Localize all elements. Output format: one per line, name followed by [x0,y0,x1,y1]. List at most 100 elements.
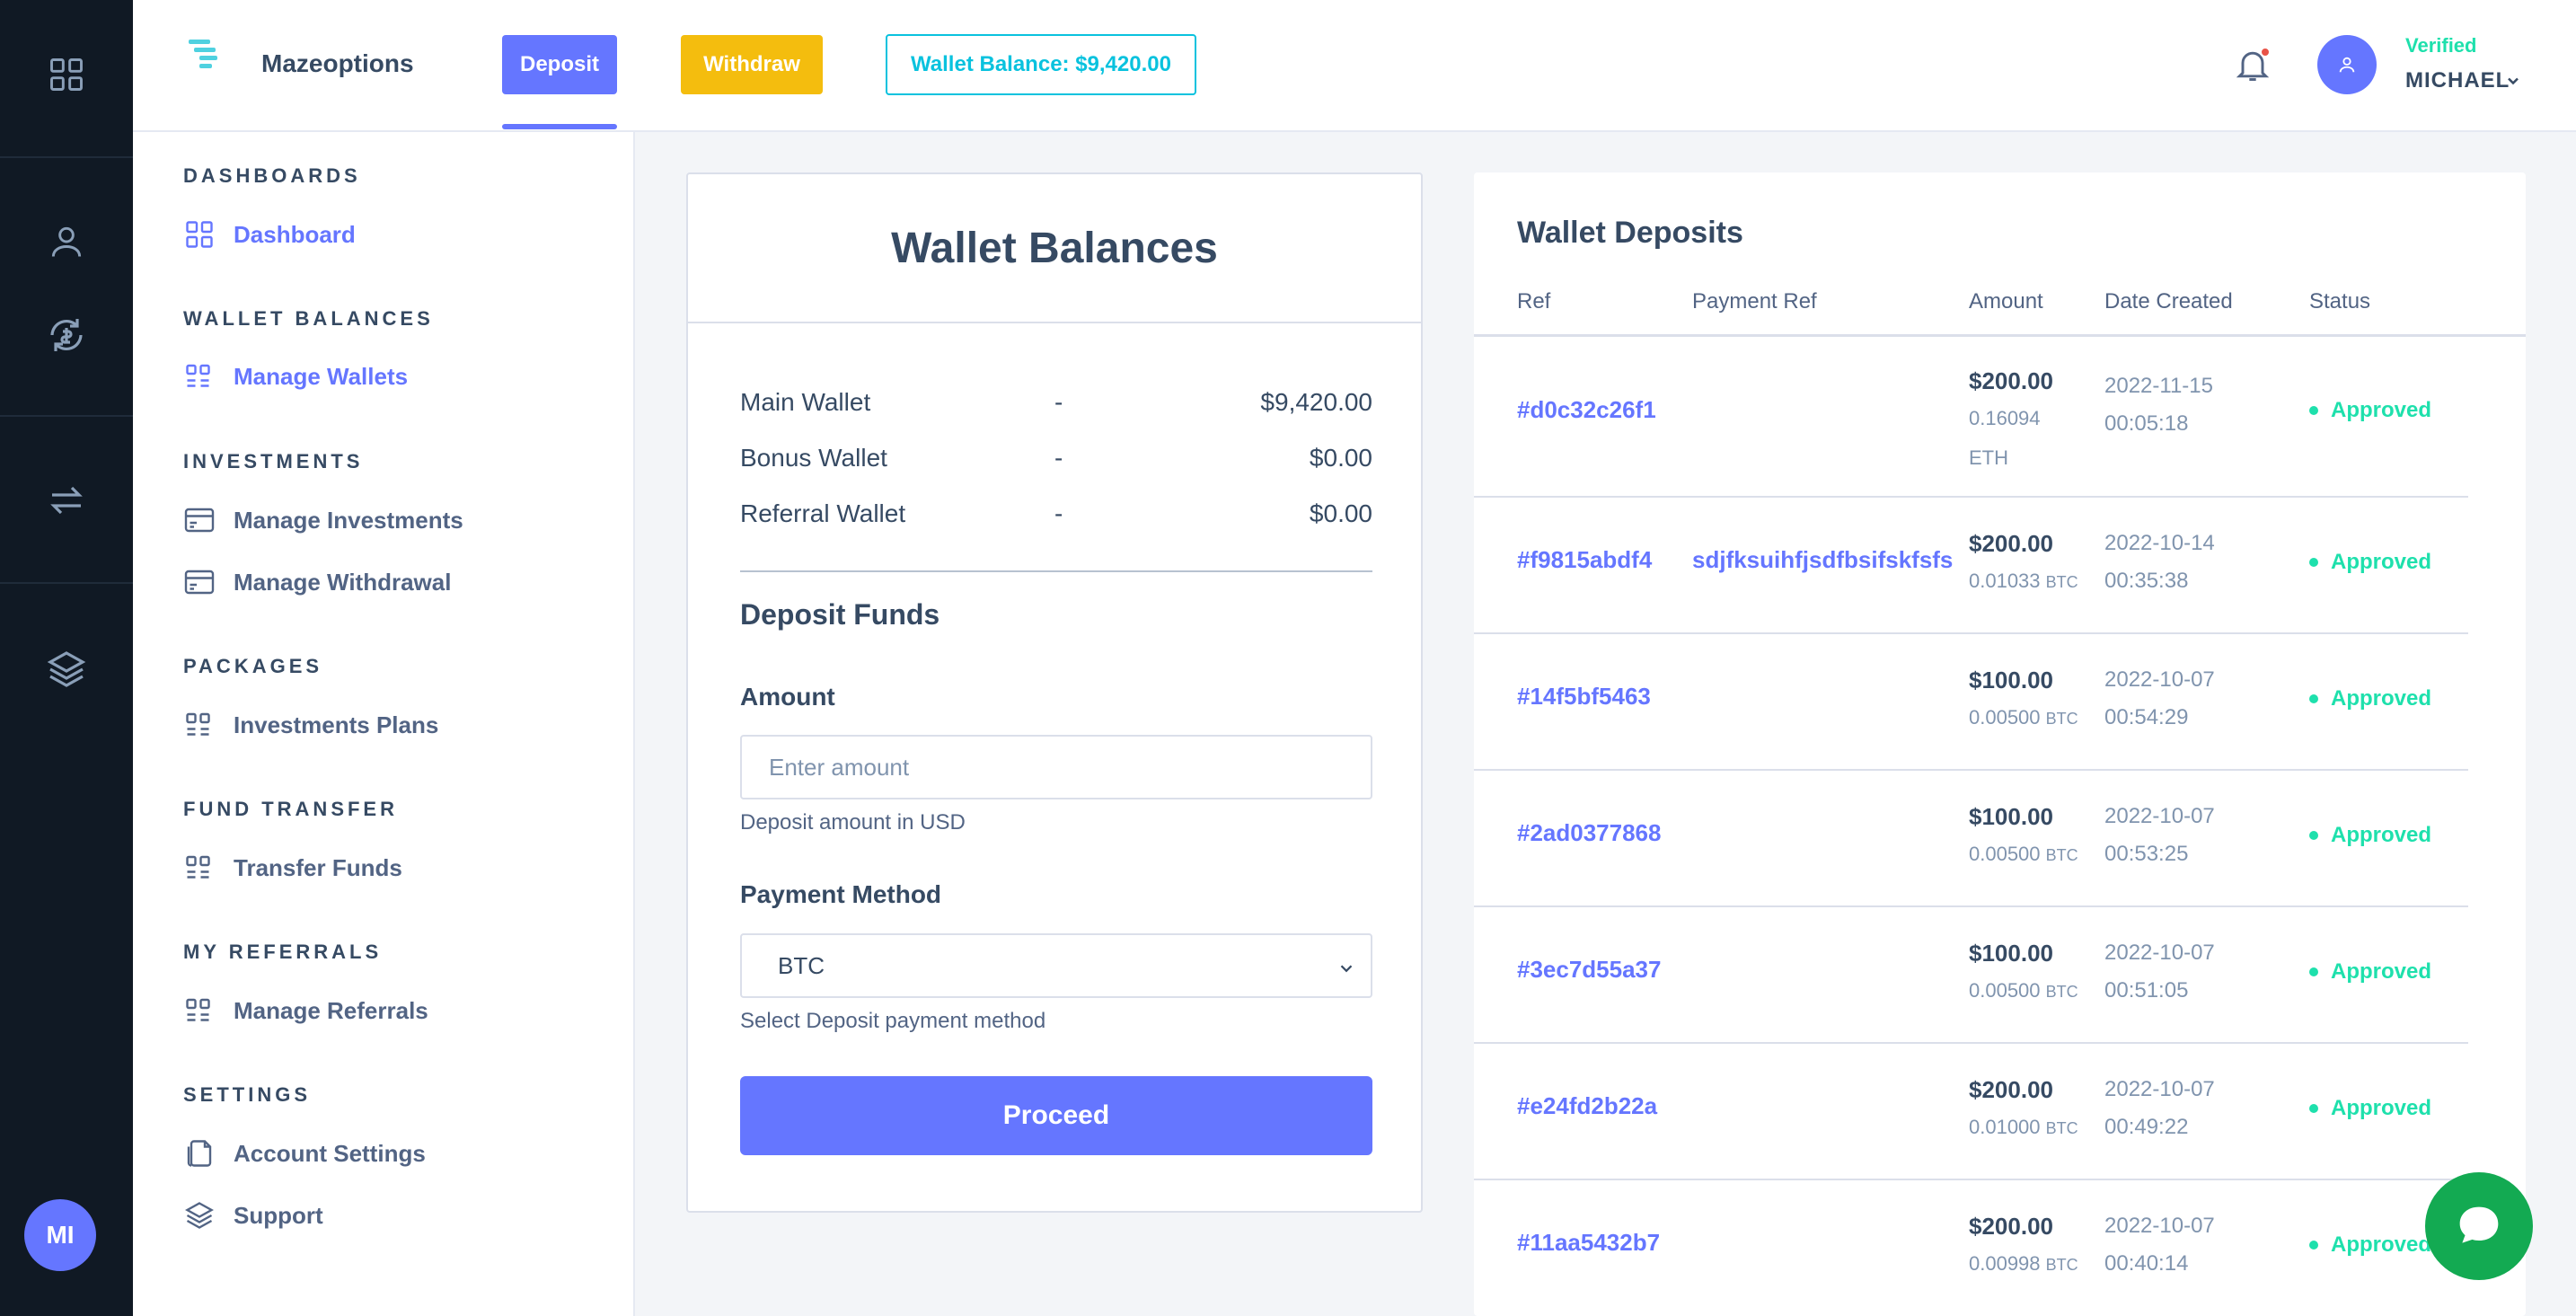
chat-icon [2459,1206,2499,1243]
status-badge: Approved [2309,1232,2431,1258]
status-label: Approved [2331,686,2432,711]
payment-method-label: Payment Method [740,880,942,908]
payment-method-hint: Select Deposit payment method [740,1009,1046,1033]
time-created: 00:51:05 [2104,978,2189,1002]
time-created: 00:54:29 [2104,705,2189,729]
nav-heading: WALLET BALANCES [183,307,434,330]
nav-heading: FUND TRANSFER [183,798,398,820]
user-status: Verified [2405,34,2477,57]
divider [740,570,1372,572]
chat-button[interactable] [2425,1172,2533,1280]
column-header: Date Created [2104,289,2233,314]
sidebar-item-label: Account Settings [234,1139,426,1167]
amount-crypto: 0.00998 BTC [1969,1252,2078,1276]
user-avatar[interactable] [2317,35,2377,94]
sidebar-item-investments-plans[interactable]: Investments Plans [183,705,438,745]
deposit-ref[interactable]: #2ad0377868 [1517,819,1661,847]
amount-crypto: 0.00500 BTC [1969,979,2078,1002]
sidebar-item-label: Manage Withdrawal [234,568,452,596]
user-icon[interactable] [0,219,133,264]
sidebar-item-account-settings[interactable]: Account Settings [183,1134,426,1173]
avatar[interactable]: MI [24,1199,96,1271]
deposit-ref[interactable]: #3ec7d55a37 [1517,956,1661,984]
wallet-balance-badge[interactable]: Wallet Balance: $9,420.00 [886,34,1196,95]
table-row[interactable]: #2ad0377868 $100.00 0.00500 BTC 2022-10-… [1474,771,2468,907]
brand-name: Mazeoptions [261,49,414,77]
column-header: Ref [1517,289,1551,314]
amount-usd: $200.00 [1969,1213,2053,1240]
deposit-button[interactable]: Deposit [502,35,617,94]
table-row[interactable]: #e24fd2b22a $200.00 0.01000 BTC 2022-10-… [1474,1044,2468,1180]
sidebar-item-support[interactable]: Support [183,1196,323,1235]
status-dot [2309,1104,2318,1113]
wallet-deposits-card: Wallet Deposits Ref Payment Ref Amount D… [1474,172,2526,1316]
date-created: 2022-10-07 [2104,1214,2215,1238]
payment-ref[interactable]: sdjfksuihfjsdfbsifskfsfs [1692,546,1953,574]
grid-icon [186,998,210,1021]
deposit-ref[interactable]: #f9815abdf4 [1517,546,1652,574]
deposit-ref[interactable]: #d0c32c26f1 [1517,396,1656,424]
deposit-ref[interactable]: #14f5bf5463 [1517,683,1651,711]
time-created: 00:40:14 [2104,1251,2189,1276]
time-created: 00:49:22 [2104,1115,2189,1139]
amount-usd: $100.00 [1969,667,2053,693]
sidebar-item-transfer-funds[interactable]: Transfer Funds [183,848,402,888]
status-dot [2309,406,2318,415]
card-title: Wallet Deposits [1517,216,1743,250]
nav-heading: SETTINGS [183,1083,312,1106]
date-created: 2022-11-15 [2104,374,2213,398]
withdraw-button[interactable]: Withdraw [681,35,823,94]
transfer-icon[interactable] [0,478,133,523]
sidebar-item-label: Manage Wallets [234,362,409,390]
time-created: 00:35:38 [2104,569,2189,593]
column-header: Status [2309,289,2371,314]
crypto-value: 0.00500 [1969,979,2041,1002]
status-label: Approved [2331,823,2432,847]
table-row[interactable]: #f9815abdf4 sdjfksuihfjsdfbsifskfsfs $20… [1474,498,2468,634]
chevron-down-icon [1340,965,1353,973]
table-row[interactable]: #11aa5432b7 $200.00 0.00998 BTC 2022-10-… [1474,1180,2468,1316]
time-created: 00:05:18 [2104,411,2189,436]
sidebar-item-label: Manage Referrals [234,996,428,1024]
amount-usd: $100.00 [1969,803,2053,830]
sidebar-item-manage-investments[interactable]: Manage Investments [183,500,463,540]
layers-icon[interactable] [0,647,133,692]
table-row[interactable]: #3ec7d55a37 $100.00 0.00500 BTC 2022-10-… [1474,907,2468,1044]
icon-rail: MI [0,0,133,1316]
wallet-value: $9,420.00 [1260,388,1372,416]
exchange-icon[interactable] [0,313,133,358]
wallet-balances-card: Wallet Balances Main Wallet - $9,420.00 … [686,172,1423,1213]
sidebar-item-label: Transfer Funds [234,853,402,881]
grid-icon [186,364,210,387]
chevron-down-icon[interactable] [2504,72,2522,90]
sidebar-item-manage-referrals[interactable]: Manage Referrals [183,991,428,1030]
table-row[interactable]: #14f5bf5463 $100.00 0.00500 BTC 2022-10-… [1474,634,2468,771]
payment-method-select[interactable]: BTC [740,933,1372,998]
deposit-ref[interactable]: #e24fd2b22a [1517,1092,1657,1120]
sidebar-item-manage-wallets[interactable]: Manage Wallets [183,357,408,396]
user-name[interactable]: MICHAEL [2405,68,2510,93]
amount-crypto: 0.00500 BTC [1969,843,2078,866]
amount-input[interactable] [740,735,1372,799]
dashboard-icon[interactable] [0,52,133,97]
proceed-button[interactable]: Proceed [740,1076,1372,1155]
status-badge: Approved [2309,398,2431,423]
crypto-value: 0.00500 [1969,706,2041,729]
nav-heading: MY REFERRALS [183,941,383,963]
sidebar-item-manage-withdrawal[interactable]: Manage Withdrawal [183,562,451,602]
date-created: 2022-10-07 [2104,941,2215,965]
sidebar-item-dashboard[interactable]: Dashboard [183,215,356,254]
wallet-value: $0.00 [1309,499,1372,527]
crypto-value: 0.01000 [1969,1116,2041,1138]
table-row[interactable]: #d0c32c26f1 $200.00 0.16094 ETH 2022-11-… [1474,337,2468,498]
notification-dot [2260,47,2271,57]
date-created: 2022-10-07 [2104,667,2215,692]
amount-crypto: 0.16094 [1969,407,2041,429]
dashboard-icon [186,221,213,248]
active-tab-indicator [502,124,617,129]
status-dot [2309,831,2318,840]
card-title: Wallet Balances [688,174,1421,323]
status-dot [2309,1241,2318,1250]
deposit-ref[interactable]: #11aa5432b7 [1517,1229,1660,1257]
status-badge: Approved [2309,823,2431,848]
